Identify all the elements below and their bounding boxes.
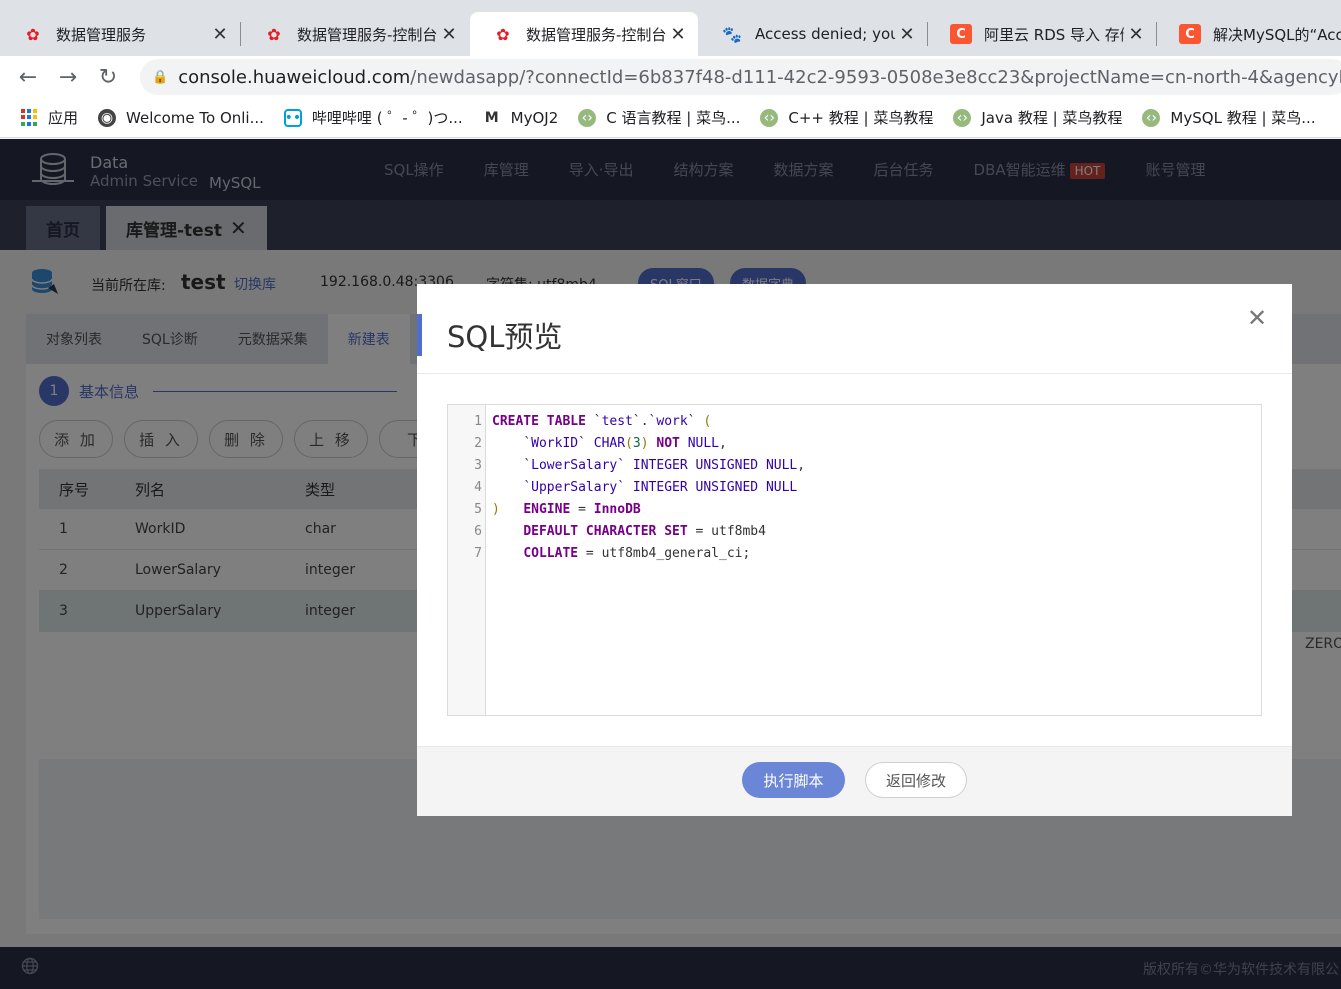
code-line: COLLATE = utf8mb4_general_ci; — [523, 546, 751, 561]
browser-tab[interactable]: C 解决MySQL的“Access — [1157, 12, 1341, 56]
bookmark-item[interactable]: ‹› MySQL 教程 | 菜鸟... — [1142, 107, 1316, 128]
close-icon[interactable]: ✕ — [1124, 24, 1148, 45]
line-number: 2 — [474, 436, 482, 451]
browser-tab[interactable]: 🐾 Access denied; you n ✕ — [699, 12, 927, 56]
line-number: 6 — [474, 524, 482, 539]
bookmark-item[interactable]: ‹› Java 教程 | 菜鸟教程 — [953, 107, 1122, 128]
line-number: 3 — [474, 458, 482, 473]
bookmark-apps[interactable]: 应用 — [20, 107, 78, 128]
close-icon[interactable]: ✕ — [437, 24, 461, 45]
runoob-icon: ‹› — [578, 108, 597, 127]
line-number: 1 — [474, 414, 482, 429]
dialog-footer: 执行脚本 返回修改 — [417, 746, 1292, 816]
bookmark-label: MySQL 教程 | 菜鸟... — [1170, 109, 1316, 127]
bookmark-label: 应用 — [48, 109, 79, 127]
forward-arrow-icon[interactable]: → — [48, 57, 88, 97]
tab-title: 阿里云 RDS 导入 存储 — [984, 25, 1124, 44]
code-line: `WorkID` CHAR(3) NOT NULL, — [523, 436, 727, 451]
baidu-icon: 🐾 — [722, 24, 742, 44]
bookmark-item[interactable]: ‹› C 语言教程 | 菜鸟... — [578, 107, 740, 128]
bookmark-label: Welcome To Onli... — [126, 108, 264, 127]
tab-title: 数据管理服务-控制台 — [297, 25, 437, 44]
code-line: `LowerSalary` INTEGER UNSIGNED NULL, — [523, 458, 806, 473]
browser-tab[interactable]: ✿ 数据管理服务 ✕ — [0, 12, 240, 56]
huawei-icon: ✿ — [26, 24, 40, 44]
bookmark-label: 哔哩哔哩 ( ゜- ゜)つ... — [311, 109, 463, 127]
bookmark-label: C 语言教程 | 菜鸟... — [606, 109, 741, 127]
runoob-icon: ‹› — [1142, 108, 1161, 127]
line-number: 5 — [474, 502, 482, 517]
myoj-icon: M — [484, 109, 499, 126]
code-line: `UpperSalary` INTEGER UNSIGNED NULL — [523, 480, 798, 495]
close-icon[interactable]: ✕ — [666, 24, 690, 45]
execute-script-button[interactable]: 执行脚本 — [742, 762, 845, 798]
line-number-gutter: 1 2 3 4 5 6 7 — [448, 405, 486, 715]
close-icon[interactable]: ✕ — [1247, 304, 1267, 332]
back-arrow-icon[interactable]: ← — [8, 57, 48, 97]
bookmark-item[interactable]: •• 哔哩哔哩 ( ゜- ゜)つ... — [283, 107, 463, 128]
line-number: 7 — [474, 546, 482, 561]
lock-icon: 🔒 — [152, 69, 169, 85]
runoob-icon: ‹› — [953, 108, 972, 127]
bookmark-label: Java 教程 | 菜鸟教程 — [981, 109, 1123, 127]
back-to-edit-button[interactable]: 返回修改 — [865, 762, 967, 798]
browser-tab[interactable]: C 阿里云 RDS 导入 存储 ✕ — [928, 12, 1156, 56]
close-icon[interactable]: ✕ — [208, 24, 232, 45]
browser-navbar: ← → ↻ 🔒 console.huaweicloud.com/newdasap… — [0, 56, 1341, 98]
huawei-icon: ✿ — [267, 24, 281, 44]
divider — [417, 373, 1292, 374]
bilibili-icon: •• — [283, 108, 302, 127]
browser-tab-strip: ✿ 数据管理服务 ✕ ✿ 数据管理服务-控制台 ✕ ✿ 数据管理服务-控制台 ✕… — [0, 0, 1341, 56]
globe-icon: ◉ — [98, 108, 117, 127]
csdn-icon: C — [1179, 24, 1201, 44]
code-line: CREATE TABLE `test`.`work` ( — [492, 414, 712, 429]
bookmark-label: MyOJ2 — [510, 108, 559, 127]
apps-grid-icon — [20, 108, 38, 127]
csdn-icon: C — [950, 24, 972, 44]
dialog-title: SQL预览 — [447, 320, 563, 354]
browser-tab-active[interactable]: ✿ 数据管理服务-控制台 ✕ — [470, 12, 698, 56]
huawei-icon: ✿ — [496, 24, 510, 44]
bookmark-label: C++ 教程 | 菜鸟教程 — [788, 109, 934, 127]
url-path: /newdasapp/?connectId=6b837f48-d111-42c2… — [410, 66, 1341, 88]
reload-icon[interactable]: ↻ — [88, 57, 128, 97]
runoob-icon: ‹› — [760, 108, 779, 127]
code-line: DEFAULT CHARACTER SET = utf8mb4 — [523, 524, 766, 539]
url-host: console.huaweicloud.com — [178, 66, 411, 88]
title-accent-bar — [417, 314, 422, 356]
tab-title: 解决MySQL的“Access — [1213, 25, 1341, 44]
bookmarks-bar: 应用 ◉ Welcome To Onli... •• 哔哩哔哩 ( ゜- ゜)つ… — [0, 98, 1341, 138]
bookmark-item[interactable]: ‹› C++ 教程 | 菜鸟教程 — [760, 107, 933, 128]
tab-title: 数据管理服务 — [56, 25, 147, 44]
line-number: 4 — [474, 480, 482, 495]
browser-tab[interactable]: ✿ 数据管理服务-控制台 ✕ — [241, 12, 469, 56]
bookmark-item[interactable]: M MyOJ2 — [483, 109, 559, 127]
close-icon[interactable]: ✕ — [895, 24, 919, 45]
code-line: ) ENGINE = InnoDB — [492, 502, 641, 517]
tab-title: Access denied; you n — [755, 25, 895, 43]
sql-code-editor[interactable]: 1 2 3 4 5 6 7 CREATE TABLE `test`.`work`… — [447, 404, 1262, 716]
address-bar[interactable]: 🔒 console.huaweicloud.com/newdasapp/?con… — [140, 59, 1341, 95]
tab-title: 数据管理服务-控制台 — [526, 25, 666, 44]
sql-preview-dialog: SQL预览 ✕ 1 2 3 4 5 6 7 CREATE TABLE `test… — [417, 284, 1292, 816]
bookmark-item[interactable]: ◉ Welcome To Onli... — [98, 108, 264, 127]
